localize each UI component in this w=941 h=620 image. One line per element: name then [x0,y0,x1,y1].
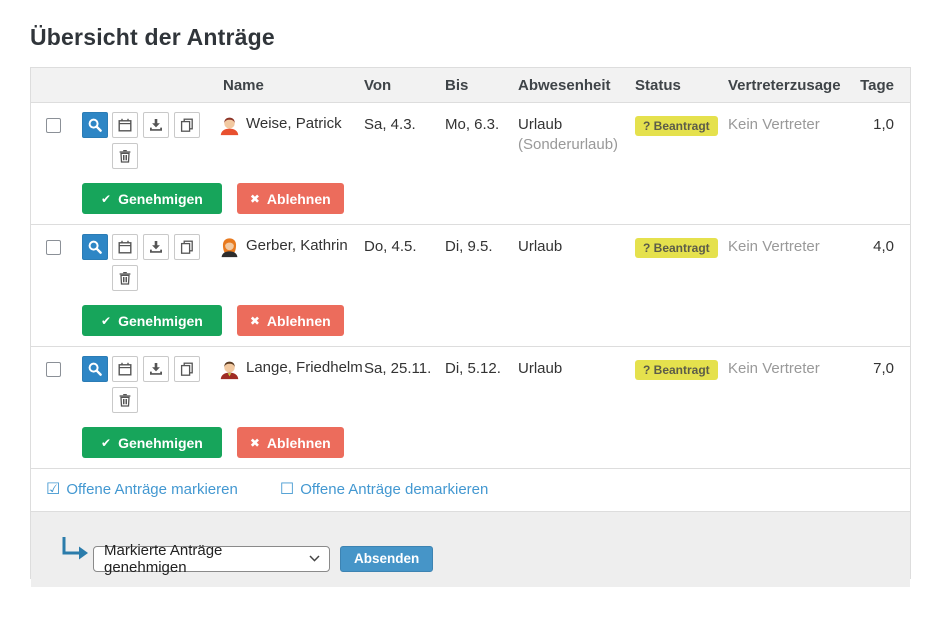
reject-button[interactable]: ✖Ablehnen [237,183,344,214]
employee-avatar [219,359,240,380]
date-to: Di, 5.12. [445,347,518,413]
trash-icon[interactable] [112,265,138,291]
substitute-status: Kein Vertreter [728,225,856,291]
download-icon[interactable] [143,112,169,138]
status-badge: ? Beantragt [635,116,718,136]
reject-button[interactable]: ✖Ablehnen [237,427,344,458]
table-header-row: Name Von Bis Abwesenheit Status Vertrete… [31,68,910,103]
calendar-icon[interactable] [112,234,138,260]
bulk-select-links: ☑Offene Anträge markieren ☐Offene Anträg… [31,469,910,512]
date-to: Mo, 6.3. [445,103,518,169]
download-icon[interactable] [143,356,169,382]
requests-overview-page: Übersicht der Anträge Name Von Bis Abwes… [0,0,941,579]
cross-icon: ✖ [250,314,260,328]
copy-icon[interactable] [174,234,200,260]
copy-icon[interactable] [174,356,200,382]
reject-button[interactable]: ✖Ablehnen [237,305,344,336]
employee-name: Weise, Patrick [246,115,342,132]
employee-avatar [219,115,240,136]
date-from: Sa, 25.11. [364,347,445,413]
page-title: Übersicht der Anträge [30,24,911,51]
row-select-checkbox[interactable] [46,240,61,255]
status-badge: ? Beantragt [635,360,718,380]
bulk-action-bar: Markierte Anträge genehmigen Absenden [31,512,910,587]
employee-name: Lange, Friedhelm [246,359,363,376]
apply-to-selection-arrow-icon [59,534,89,569]
unmark-open-requests-link[interactable]: ☐Offene Anträge demarkieren [280,481,489,498]
header-vertreterzusage: Vertreterzusage [728,77,856,94]
approve-button[interactable]: ✔Genehmigen [82,183,222,214]
bulk-action-selected-option: Markierte Anträge genehmigen [104,542,309,576]
employee-name: Gerber, Kathrin [246,237,348,254]
copy-icon[interactable] [174,112,200,138]
bulk-action-select[interactable]: Markierte Anträge genehmigen [93,546,330,572]
cross-icon: ✖ [250,192,260,206]
substitute-status: Kein Vertreter [728,103,856,169]
requests-table: Name Von Bis Abwesenheit Status Vertrete… [30,67,911,579]
date-to: Di, 9.5. [445,225,518,291]
approve-button[interactable]: ✔Genehmigen [82,305,222,336]
row-select-checkbox[interactable] [46,118,61,133]
cross-icon: ✖ [250,436,260,450]
checkbox-checked-icon: ☑ [46,482,60,498]
absence-subtype: (Sonderurlaub) [518,136,635,153]
date-from: Sa, 4.3. [364,103,445,169]
trash-icon[interactable] [112,143,138,169]
submit-button[interactable]: Absenden [340,546,433,572]
header-von: Von [364,77,445,94]
substitute-status: Kein Vertreter [728,347,856,413]
header-tage: Tage [856,77,910,94]
search-icon[interactable] [82,356,108,382]
calendar-icon[interactable] [112,356,138,382]
calendar-icon[interactable] [112,112,138,138]
check-icon: ✔ [101,314,111,328]
header-name: Name [219,77,364,94]
search-icon[interactable] [82,234,108,260]
days-count: 1,0 [856,103,910,169]
days-count: 4,0 [856,225,910,291]
mark-open-requests-link[interactable]: ☑Offene Anträge markieren [46,481,238,498]
employee-avatar [219,237,240,258]
absence-type: Urlaub [518,238,635,255]
search-icon[interactable] [82,112,108,138]
table-row: Lange, Friedhelm Sa, 25.11. Di, 5.12. Ur… [31,347,910,469]
checkbox-empty-icon: ☐ [280,482,294,498]
check-icon: ✔ [101,436,111,450]
header-abwesenheit: Abwesenheit [518,77,635,94]
absence-type: Urlaub [518,360,635,377]
trash-icon[interactable] [112,387,138,413]
table-row: Gerber, Kathrin Do, 4.5. Di, 9.5. Urlaub… [31,225,910,347]
days-count: 7,0 [856,347,910,413]
download-icon[interactable] [143,234,169,260]
table-row: Weise, Patrick Sa, 4.3. Mo, 6.3. Urlaub … [31,103,910,225]
header-status: Status [635,77,728,94]
row-select-checkbox[interactable] [46,362,61,377]
absence-type: Urlaub [518,116,635,133]
chevron-down-icon [309,555,320,562]
header-bis: Bis [445,77,518,94]
status-badge: ? Beantragt [635,238,718,258]
date-from: Do, 4.5. [364,225,445,291]
check-icon: ✔ [101,192,111,206]
approve-button[interactable]: ✔Genehmigen [82,427,222,458]
